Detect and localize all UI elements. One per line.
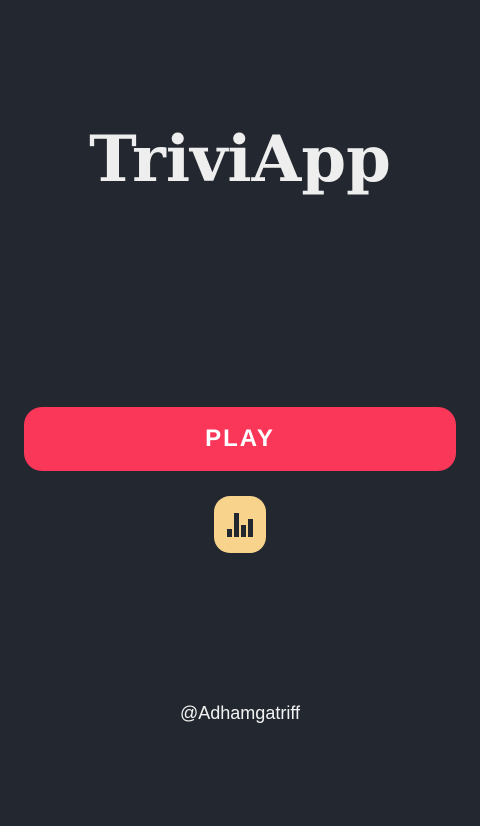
app-title: TriviApp — [89, 122, 391, 197]
bar-chart-icon — [226, 511, 254, 539]
play-button[interactable]: PLAY — [24, 407, 456, 471]
leaderboard-button[interactable] — [214, 496, 266, 553]
author-credit: @Adhamgatriff — [180, 703, 300, 723]
